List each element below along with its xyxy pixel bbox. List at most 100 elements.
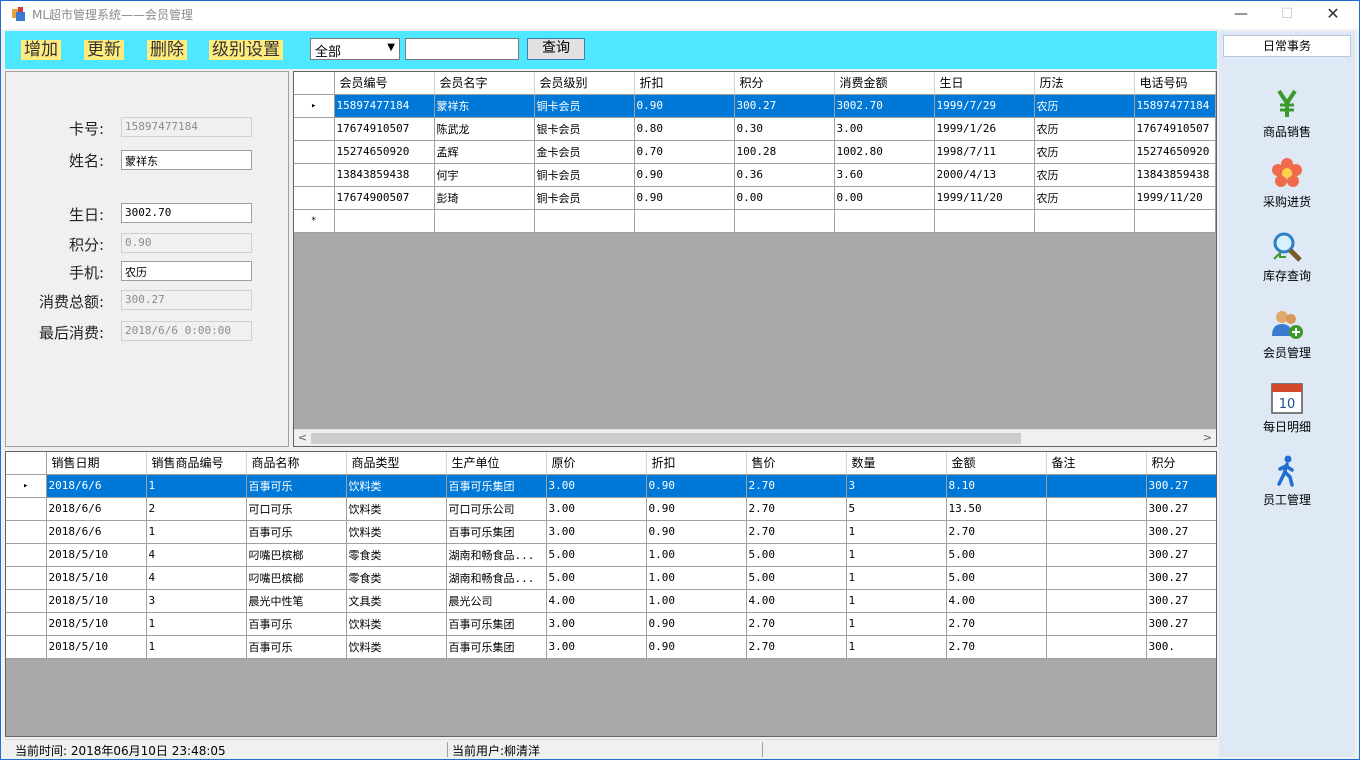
sales-cell[interactable]: 饮料类 <box>346 474 447 498</box>
sales-cell[interactable]: 5.00 <box>946 566 1047 590</box>
members-cell[interactable]: 1999/1/26 <box>934 117 1035 141</box>
row-header[interactable] <box>294 117 335 141</box>
sales-column-header[interactable]: 金额 <box>946 452 1047 475</box>
members-column-header[interactable]: 会员名字 <box>434 72 535 95</box>
sales-cell[interactable]: 2018/6/6 <box>46 497 147 521</box>
members-grid[interactable]: 会员编号 会员名字 会员级别 折扣 积分 消费金额 生日 历法 电话号码 ▸ 1589747718… <box>293 71 1217 447</box>
members-empty-cell[interactable] <box>1134 209 1216 233</box>
sales-cell[interactable]: 2.70 <box>746 474 847 498</box>
sales-cell[interactable]: 0.90 <box>646 497 747 521</box>
sales-cell[interactable]: 2 <box>146 497 247 521</box>
members-cell[interactable]: 0.36 <box>734 163 835 187</box>
points-field[interactable]: 0.90 <box>121 233 252 253</box>
sales-cell[interactable]: 百事可乐集团 <box>446 520 547 544</box>
sales-cell[interactable]: 零食类 <box>346 566 447 590</box>
members-cell[interactable]: 农历 <box>1034 94 1135 118</box>
members-cell[interactable]: 1999/11/20 <box>1134 186 1216 210</box>
sales-cell[interactable]: 1 <box>846 635 947 659</box>
row-header[interactable] <box>6 566 47 590</box>
members-cell[interactable]: 0.30 <box>734 117 835 141</box>
sales-column-header[interactable]: 销售商品编号 <box>146 452 247 475</box>
sales-cell[interactable]: 4.00 <box>946 589 1047 613</box>
sales-grid[interactable]: 销售日期 销售商品编号 商品名称 商品类型 生产单位 原价 折扣 售价 数量 金额 备注 积分 ▸ 20… <box>5 451 1217 737</box>
sales-cell[interactable]: 饮料类 <box>346 497 447 521</box>
members-cell[interactable]: 0.90 <box>634 94 735 118</box>
sales-cell[interactable]: 5 <box>846 497 947 521</box>
members-cell[interactable]: 铜卡会员 <box>534 186 635 210</box>
members-column-header[interactable]: 会员编号 <box>334 72 435 95</box>
row-header[interactable]: ▸ <box>294 94 335 118</box>
phone-field[interactable]: 农历 <box>121 261 252 281</box>
sales-cell[interactable]: 2.70 <box>746 635 847 659</box>
sales-column-header[interactable]: 销售日期 <box>46 452 147 475</box>
sales-table-row[interactable]: 2018/5/10 1 百事可乐 饮料类 百事可乐集团 3.00 0.90 2.70 1 2.70… <box>6 635 1216 659</box>
sales-column-header[interactable]: 原价 <box>546 452 647 475</box>
members-cell[interactable]: 3.00 <box>834 117 935 141</box>
sales-cell[interactable]: 叼嘴巴槟榔 <box>246 566 347 590</box>
sales-cell[interactable]: 百事可乐集团 <box>446 635 547 659</box>
sales-cell[interactable]: 3.00 <box>546 612 647 636</box>
sales-cell[interactable]: 1 <box>846 520 947 544</box>
sales-cell[interactable]: 2018/5/10 <box>46 566 147 590</box>
members-empty-cell[interactable] <box>734 209 835 233</box>
last-purchase-field[interactable]: 2018/6/6 0:00:00 <box>121 321 252 341</box>
sales-cell[interactable]: 百事可乐集团 <box>446 474 547 498</box>
nav-item-inventory[interactable]: 库存查询 <box>1239 231 1335 284</box>
sales-cell[interactable]: 1 <box>146 520 247 544</box>
filter-select[interactable]: 全部 ▼ <box>310 38 400 60</box>
sales-cell[interactable]: 1 <box>146 635 247 659</box>
members-column-header[interactable]: 会员级别 <box>534 72 635 95</box>
members-cell[interactable]: 银卡会员 <box>534 117 635 141</box>
members-column-header[interactable]: 电话号码 <box>1134 72 1216 95</box>
sales-cell[interactable]: 4 <box>146 566 247 590</box>
sales-cell[interactable]: 5.00 <box>946 543 1047 567</box>
members-cell[interactable]: 300.27 <box>734 94 835 118</box>
sales-cell[interactable] <box>1046 635 1147 659</box>
sales-cell[interactable]: 300. <box>1146 635 1216 659</box>
sales-table-row[interactable]: 2018/5/10 3 晨光中性笔 文具类 晨光公司 4.00 1.00 4.00 1 4.00 3… <box>6 589 1216 613</box>
sales-cell[interactable]: 5.00 <box>546 566 647 590</box>
sales-cell[interactable]: 百事可乐 <box>246 635 347 659</box>
members-cell[interactable]: 13843859438 <box>1134 163 1216 187</box>
members-table-row[interactable]: 13843859438 何宇 铜卡会员 0.90 0.36 3.60 2000/4/13 农历… <box>294 163 1216 187</box>
birthday-field[interactable]: 3002.70 <box>121 203 252 223</box>
sales-cell[interactable]: 4 <box>146 543 247 567</box>
maximize-icon[interactable]: ☐ <box>1264 1 1310 29</box>
sales-cell[interactable]: 2018/5/10 <box>46 543 147 567</box>
sales-table-row[interactable]: 2018/5/10 4 叼嘴巴槟榔 零食类 湖南和畅食品... 5.00 1.00 5.00 1… <box>6 566 1216 590</box>
row-header[interactable] <box>6 543 47 567</box>
delete-button[interactable]: 删除 <box>147 40 187 60</box>
members-cell[interactable]: 铜卡会员 <box>534 163 635 187</box>
members-cell[interactable]: 1999/11/20 <box>934 186 1035 210</box>
members-cell[interactable]: 17674910507 <box>1134 117 1216 141</box>
search-input[interactable] <box>405 38 519 60</box>
members-cell[interactable]: 农历 <box>1034 186 1135 210</box>
sales-cell[interactable]: 百事可乐集团 <box>446 612 547 636</box>
sales-cell[interactable]: 1.00 <box>646 589 747 613</box>
add-button[interactable]: 增加 <box>21 40 61 60</box>
sales-cell[interactable]: 2.70 <box>746 520 847 544</box>
members-cell[interactable]: 15274650920 <box>334 140 435 164</box>
total-field[interactable]: 300.27 <box>121 290 252 310</box>
minimize-icon[interactable]: — <box>1218 1 1264 29</box>
members-cell[interactable]: 13843859438 <box>334 163 435 187</box>
sales-cell[interactable]: 2.70 <box>746 497 847 521</box>
sales-cell[interactable]: 1 <box>846 612 947 636</box>
sales-cell[interactable]: 饮料类 <box>346 635 447 659</box>
members-cell[interactable]: 金卡会员 <box>534 140 635 164</box>
sales-cell[interactable]: 晨光中性笔 <box>246 589 347 613</box>
members-empty-cell[interactable] <box>834 209 935 233</box>
row-header[interactable] <box>294 186 335 210</box>
members-cell[interactable]: 0.70 <box>634 140 735 164</box>
sales-table-row[interactable]: 2018/6/6 1 百事可乐 饮料类 百事可乐集团 3.00 0.90 2.70 1 2.70 3… <box>6 520 1216 544</box>
close-icon[interactable]: ✕ <box>1310 1 1356 29</box>
sales-cell[interactable]: 湖南和畅食品... <box>446 543 547 567</box>
sales-cell[interactable] <box>1046 543 1147 567</box>
members-horizontal-scrollbar[interactable]: < > <box>294 429 1216 446</box>
sales-cell[interactable]: 300.27 <box>1146 543 1216 567</box>
scroll-right-icon[interactable]: > <box>1199 431 1216 444</box>
update-button[interactable]: 更新 <box>84 40 124 60</box>
sales-cell[interactable]: 3.00 <box>546 474 647 498</box>
sales-cell[interactable]: 2018/5/10 <box>46 612 147 636</box>
level-settings-button[interactable]: 级别设置 <box>209 40 283 60</box>
